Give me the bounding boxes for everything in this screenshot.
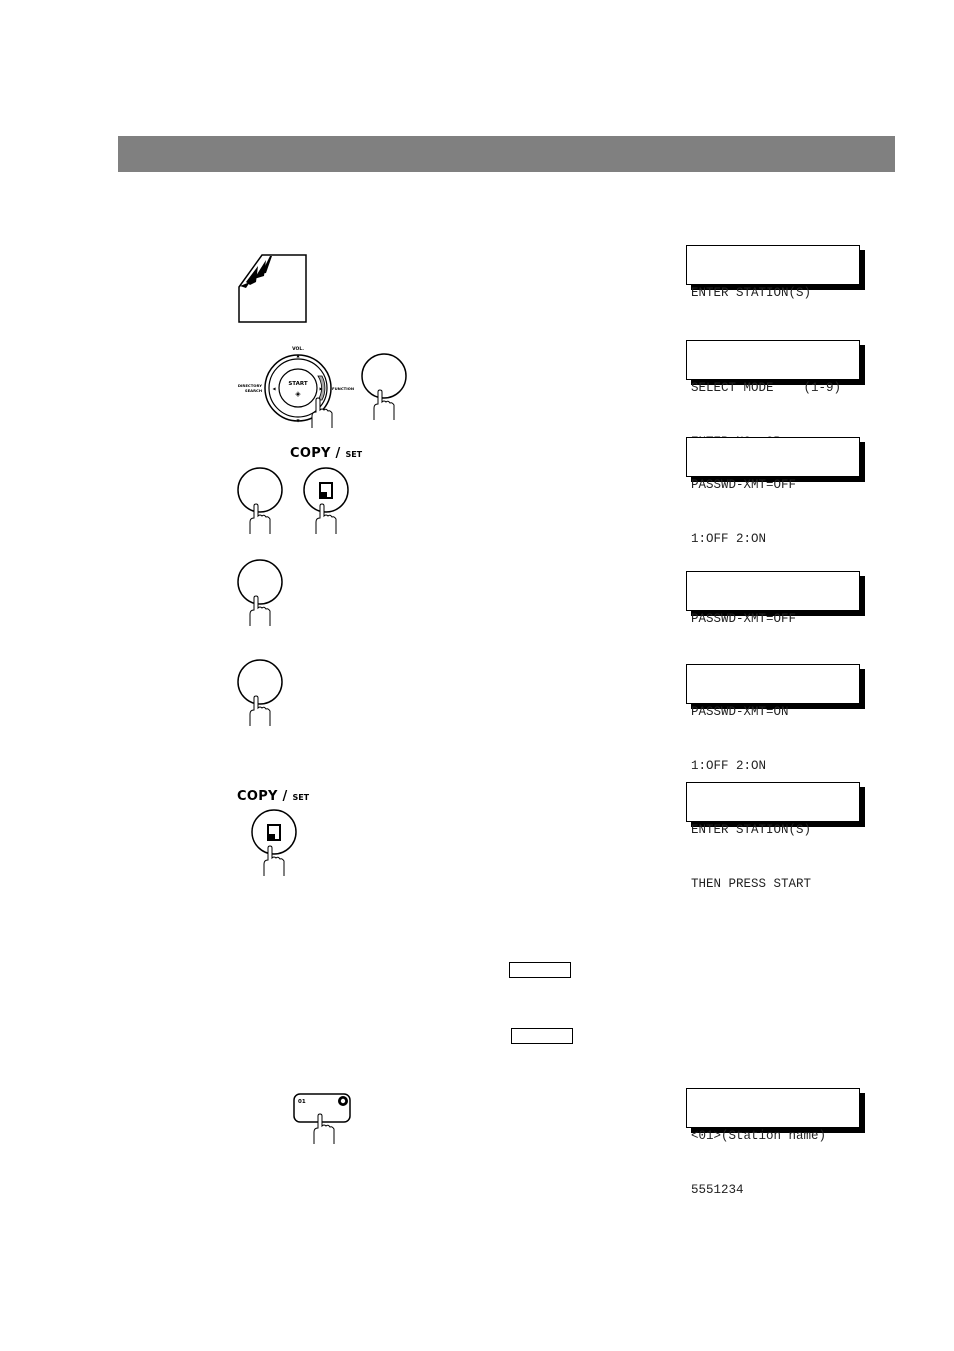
- lcd-display-step2: SELECT MODE (1-9) ENTER NO. OR ∨ ∧: [686, 340, 860, 449]
- lcd-display-step5: PASSWD-XMT=ON 1:OFF 2:ON: [686, 664, 860, 773]
- blank-key-box: [511, 1028, 573, 1044]
- lcd-display-step1: ENTER STATION(S) THEN PRESS START 00%: [686, 245, 860, 354]
- lcd-line-1: ENTER STATION(S): [691, 823, 812, 837]
- svg-text:◈: ◈: [295, 390, 301, 398]
- set-label: SET: [292, 793, 310, 802]
- lcd-display-step3: PASSWD-XMT=OFF 1:OFF 2:ON: [686, 437, 860, 546]
- function-label: FUNCTION: [332, 386, 354, 391]
- round-key-icon[interactable]: [236, 658, 292, 730]
- vol-label: VOL.: [292, 346, 304, 352]
- copy-set-button-icon[interactable]: [250, 808, 306, 880]
- lcd-line-1: PASSWD-XMT=OFF: [691, 612, 797, 626]
- one-touch-key-label: 01: [298, 1099, 306, 1105]
- copy-set-label: COPY / SET: [290, 446, 363, 461]
- document-icon: [238, 254, 307, 323]
- set-label: SET: [345, 450, 363, 459]
- start-label: START: [288, 381, 308, 387]
- lcd-line-1: SELECT MODE (1-9): [691, 381, 842, 395]
- lcd-line-2: 1:OFF 2:ON: [691, 759, 767, 773]
- copy-set-label: COPY / SET: [237, 789, 310, 804]
- lcd-line-1: ENTER STATION(S): [691, 286, 812, 300]
- blank-key-box: [509, 962, 571, 978]
- search-label: SEARCH: [245, 388, 262, 393]
- section-header-bar: [118, 136, 895, 172]
- lcd-display-step6: ENTER STATION(S) THEN PRESS START: [686, 782, 860, 891]
- one-touch-key-icon[interactable]: 01: [292, 1092, 356, 1146]
- round-key-icon[interactable]: [236, 558, 292, 630]
- lcd-line-1: <01>(Station name): [691, 1129, 827, 1143]
- copy-label: COPY: [290, 446, 331, 461]
- lcd-line-1: PASSWD-XMT=OFF: [691, 478, 797, 492]
- round-key-icon[interactable]: [236, 466, 292, 538]
- lcd-line-2: 1:OFF 2:ON: [691, 532, 767, 546]
- lcd-line-1: PASSWD-XMT=ON: [691, 705, 789, 719]
- lcd-line-2: THEN PRESS START: [691, 877, 812, 891]
- lcd-display-step4: PASSWD-XMT=OFF 1:OFF 2:ON: [686, 571, 860, 680]
- round-key-icon[interactable]: [358, 352, 414, 424]
- lcd-display-step7: <01>(Station name) 5551234: [686, 1088, 860, 1197]
- copy-label: COPY: [237, 789, 278, 804]
- lcd-line-2: 5551234: [691, 1183, 744, 1197]
- copy-set-button-icon[interactable]: [302, 466, 358, 538]
